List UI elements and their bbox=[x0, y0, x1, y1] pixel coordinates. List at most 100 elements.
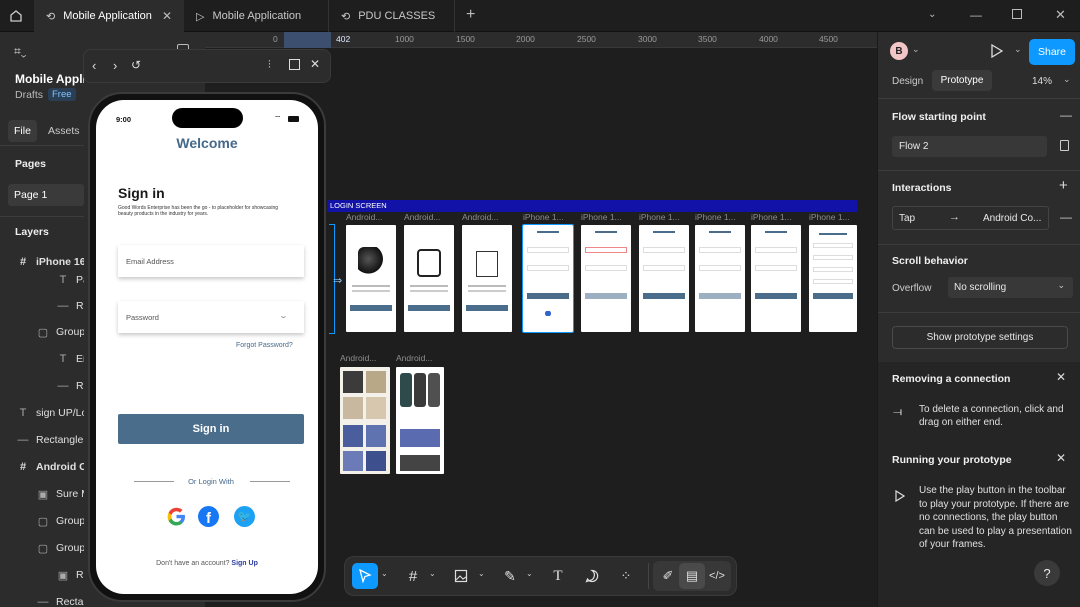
close-hint-icon[interactable]: ✕ bbox=[1056, 370, 1066, 384]
restore-icon[interactable] bbox=[1012, 9, 1022, 19]
layer-text[interactable]: TPa bbox=[56, 267, 84, 293]
tab-mobile-application-1[interactable]: ⟲ Mobile Application ✕ bbox=[34, 0, 184, 32]
move-tool-button[interactable] bbox=[352, 563, 378, 589]
pen-tool-button[interactable]: ✎ bbox=[497, 563, 523, 589]
welcome-heading: Welcome bbox=[176, 135, 238, 151]
restart-icon[interactable]: ↺ bbox=[131, 58, 141, 72]
remove-flow-icon[interactable]: — bbox=[1060, 108, 1072, 122]
chevron-down-icon[interactable]: ⌄ bbox=[928, 9, 936, 20]
phone-frame: 9:00 ⌔ Welcome Sign in Good Words Enterp… bbox=[88, 92, 326, 602]
tab-file[interactable]: File bbox=[8, 120, 37, 142]
chevron-down-icon[interactable]: ⌄ bbox=[912, 44, 920, 55]
frame-thumbnail-login-3[interactable] bbox=[639, 225, 689, 332]
signup-link[interactable]: Sign Up bbox=[231, 560, 257, 567]
chevron-left-icon[interactable]: ‹ bbox=[92, 58, 96, 73]
forgot-password-link[interactable]: Forgot Password? bbox=[236, 342, 293, 349]
signup-prompt: Don't have an account? Sign Up bbox=[156, 560, 258, 567]
login-screen-section[interactable]: LOGIN SCREEN bbox=[327, 200, 857, 212]
file-title[interactable]: Mobile Applic bbox=[15, 72, 84, 86]
remove-interaction-icon[interactable]: — bbox=[1060, 210, 1072, 224]
frame-thumbnail-login-4[interactable] bbox=[695, 225, 745, 332]
close-tab-icon[interactable]: ✕ bbox=[162, 9, 172, 23]
ruler-selection bbox=[284, 32, 331, 48]
prototype-preview-window[interactable]: ‹ › ↺ ⫶ ✕ 9:00 ⌔ Welcome Sign in Good Wo… bbox=[83, 49, 331, 607]
frame-thumbnail-products-2[interactable] bbox=[396, 367, 444, 474]
help-button[interactable]: ? bbox=[1034, 560, 1060, 586]
signin-button[interactable]: Sign in bbox=[118, 414, 304, 444]
twitter-icon[interactable]: 🐦 bbox=[234, 506, 255, 527]
minimize-icon[interactable]: — bbox=[970, 8, 982, 22]
frame-thumbnail-login-2[interactable] bbox=[581, 225, 631, 332]
connection-arrow[interactable]: ⇒ bbox=[333, 274, 342, 287]
figma-file-icon: ⟲ bbox=[46, 10, 56, 23]
email-field[interactable]: Email Address bbox=[118, 245, 304, 277]
design-mode-button[interactable]: ▤ bbox=[679, 563, 705, 589]
new-tab-icon[interactable]: + bbox=[466, 6, 475, 24]
frame-thumbnail-onboarding-1[interactable] bbox=[346, 225, 396, 332]
main-menu-icon[interactable]: ⌗⌄ bbox=[14, 44, 26, 59]
google-icon[interactable] bbox=[166, 506, 187, 527]
frame-thumbnail-login-5[interactable] bbox=[751, 225, 801, 332]
layer-rectangle-1[interactable]: —Rectangle 1 bbox=[16, 427, 85, 453]
zoom-level[interactable]: 14% bbox=[1032, 76, 1052, 87]
avatar[interactable]: B bbox=[890, 42, 908, 60]
draw-mode-button[interactable]: ✐ bbox=[655, 563, 681, 589]
rectangle-layer-icon: — bbox=[37, 596, 49, 607]
play-icon[interactable] bbox=[991, 44, 1003, 58]
layer-rectangle[interactable]: —Re bbox=[56, 373, 85, 399]
layer-image[interactable]: ▣Sure M bbox=[36, 481, 84, 507]
open-external-icon[interactable] bbox=[289, 59, 300, 70]
password-field[interactable]: Password ⌣ bbox=[118, 301, 304, 333]
tab-mobile-application-2[interactable]: ▷ Mobile Application bbox=[184, 0, 329, 32]
components-tool-button[interactable]: ⁘ bbox=[613, 563, 639, 589]
close-hint-icon[interactable]: ✕ bbox=[1056, 451, 1066, 465]
page-1-item[interactable]: Page 1 bbox=[8, 184, 84, 206]
dev-mode-button[interactable]: </> bbox=[704, 563, 730, 589]
share-button[interactable]: Share bbox=[1029, 39, 1075, 65]
frame-thumbnail-login-6[interactable] bbox=[809, 225, 857, 332]
chevron-right-icon[interactable]: › bbox=[113, 58, 117, 73]
frame-thumbnail-onboarding-3[interactable] bbox=[462, 225, 512, 332]
layer-sign-up-text[interactable]: Tsign UP/Lo bbox=[16, 400, 84, 426]
phone-screen[interactable]: 9:00 ⌔ Welcome Sign in Good Words Enterp… bbox=[96, 100, 318, 594]
frame-tool-button[interactable]: # bbox=[400, 563, 426, 589]
close-window-icon[interactable]: ✕ bbox=[1055, 7, 1066, 23]
image-tool-button[interactable] bbox=[448, 563, 474, 589]
layer-android-frame[interactable]: #Android Co bbox=[16, 454, 84, 480]
show-prototype-settings-button[interactable]: Show prototype settings bbox=[892, 326, 1068, 349]
frame-thumbnail-products-1[interactable] bbox=[340, 367, 390, 474]
facebook-icon[interactable]: f bbox=[198, 506, 219, 527]
layer-group[interactable]: ▢ Group bbox=[36, 535, 84, 561]
layer-group[interactable]: ▢ Group bbox=[36, 508, 84, 534]
layer-rectangle-13[interactable]: —Rectangle 13 bbox=[36, 589, 85, 607]
tab-assets[interactable]: Assets bbox=[48, 125, 80, 137]
flow-name-field[interactable]: Flow 2 bbox=[892, 136, 1047, 157]
frame-thumbnail-onboarding-2[interactable] bbox=[404, 225, 454, 332]
settings-sliders-icon[interactable]: ⫶ bbox=[268, 59, 271, 72]
chevron-down-icon[interactable]: ⌄ bbox=[1014, 44, 1022, 55]
tab-pdu-classes[interactable]: ⟲ PDU CLASSES bbox=[329, 0, 455, 32]
drafts-label[interactable]: Drafts bbox=[15, 89, 43, 101]
layer-text[interactable]: TEn bbox=[56, 346, 84, 372]
eye-closed-icon[interactable]: ⌣ bbox=[281, 312, 286, 322]
home-icon[interactable] bbox=[8, 8, 24, 24]
chevron-down-icon[interactable]: ⌄ bbox=[526, 569, 533, 578]
layer-image[interactable]: ▣Re bbox=[56, 562, 84, 588]
play-file-icon: ▷ bbox=[196, 10, 205, 23]
interaction-row[interactable]: Tap → Android Co... bbox=[892, 206, 1049, 230]
chevron-down-icon[interactable]: ⌄ bbox=[429, 569, 436, 578]
chevron-down-icon[interactable]: ⌄ bbox=[381, 569, 388, 578]
chevron-down-icon[interactable]: ⌄ bbox=[1063, 74, 1071, 85]
tab-design[interactable]: Design bbox=[892, 76, 923, 87]
frame-thumbnail-login-1[interactable] bbox=[522, 224, 574, 333]
comment-tool-button[interactable] bbox=[579, 563, 605, 589]
tab-prototype[interactable]: Prototype bbox=[932, 70, 992, 91]
flow-description-icon[interactable] bbox=[1060, 140, 1069, 151]
text-tool-button[interactable]: T bbox=[545, 563, 571, 589]
close-preview-icon[interactable]: ✕ bbox=[310, 57, 320, 71]
layer-rectangle[interactable]: —Re bbox=[56, 293, 85, 319]
overflow-select[interactable]: No scrolling ⌄ bbox=[948, 277, 1073, 298]
chevron-down-icon[interactable]: ⌄ bbox=[478, 569, 485, 578]
layer-group[interactable]: ▢ Group bbox=[36, 319, 84, 345]
add-interaction-icon[interactable]: + bbox=[1059, 177, 1068, 194]
